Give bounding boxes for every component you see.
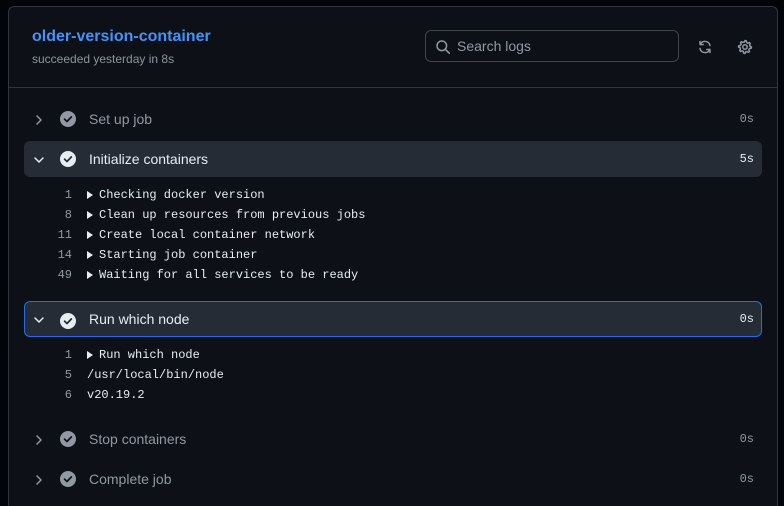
chevron-right-icon — [36, 475, 42, 485]
step-name: Set up job — [89, 111, 153, 127]
step-duration: 0s — [739, 312, 754, 326]
step-log: 1 Checking docker version 8 Clean up resour… — [24, 185, 762, 285]
log-line: 5/usr/local/bin/node — [24, 365, 762, 385]
line-number[interactable]: 1 — [24, 185, 72, 205]
step-toggle[interactable] — [33, 473, 45, 491]
log-line-text: Waiting for all services to be ready — [99, 268, 359, 282]
search-logs-input[interactable] — [457, 31, 667, 61]
sync-icon — [699, 40, 711, 54]
log-group[interactable]: Starting job container — [87, 245, 257, 265]
line-number[interactable]: 49 — [24, 265, 72, 285]
step-name: Complete job — [89, 471, 172, 487]
step-run-which-node[interactable]: Run which node 0s — [24, 301, 762, 337]
step-duration: 5s — [739, 152, 754, 166]
line-number[interactable]: 8 — [24, 205, 72, 225]
job-header: older-version-container succeeded yester… — [9, 7, 777, 88]
chevron-right-icon — [36, 435, 42, 445]
step-initialize-containers[interactable]: Initialize containers 5s — [24, 141, 762, 177]
log-line: 8 Clean up resources from previous jobs — [24, 205, 762, 225]
log-group[interactable]: Checking docker version — [87, 185, 265, 205]
line-number[interactable]: 11 — [24, 225, 72, 245]
step-status — [60, 471, 76, 492]
log-line: 6 v20.19.2 — [24, 385, 762, 405]
chevron-right-icon — [36, 115, 42, 125]
log-line-text: Clean up resources from previous jobs — [99, 208, 366, 222]
log-line-text: Starting job container — [99, 248, 258, 262]
log-text: /usr/local/bin/node — [87, 365, 224, 385]
log-text: v20.19.2 — [87, 385, 145, 405]
expand-triangle-icon — [87, 231, 93, 239]
step-status — [60, 431, 76, 452]
step-name: Run which node — [89, 311, 190, 327]
log-line: 1 Checking docker version — [24, 185, 762, 205]
expand-triangle-icon — [87, 271, 93, 279]
expand-triangle-icon — [87, 191, 93, 199]
log-line: 49 Waiting for all services to be ready — [24, 265, 762, 285]
step-toggle[interactable] — [33, 313, 45, 331]
log-line-text: Run which node — [99, 348, 200, 362]
check-circle-fill-icon — [60, 151, 76, 167]
log-group[interactable]: Create local container network — [87, 225, 315, 245]
expand-triangle-icon — [87, 351, 93, 359]
expand-triangle-icon — [87, 251, 93, 259]
step-duration: 0s — [739, 432, 754, 446]
check-circle-fill-icon — [60, 471, 76, 487]
log-group[interactable]: Clean up resources from previous jobs — [87, 205, 365, 225]
step-duration: 0s — [739, 472, 754, 486]
expand-triangle-icon — [87, 211, 93, 219]
step-status — [60, 151, 76, 172]
job-status-text: succeeded yesterday in 8s — [32, 52, 175, 66]
step-toggle[interactable] — [33, 113, 45, 131]
refresh-button[interactable] — [693, 35, 717, 59]
search-icon — [436, 40, 450, 54]
step-name: Initialize containers — [89, 151, 209, 167]
check-circle-fill-icon — [60, 313, 76, 329]
log-line: 14 Starting job container — [24, 245, 762, 265]
check-circle-fill-icon — [60, 431, 76, 447]
log-group[interactable]: Run which node — [87, 345, 200, 365]
line-number[interactable]: 14 — [24, 245, 72, 265]
job-log-panel: older-version-container succeeded yester… — [8, 6, 778, 506]
log-line-text: Checking docker version — [99, 188, 265, 202]
step-status — [60, 313, 76, 334]
step-complete-job[interactable]: Complete job 0s — [24, 461, 762, 497]
log-line: 11 Create local container network — [24, 225, 762, 245]
step-duration: 0s — [739, 112, 754, 126]
chevron-down-icon — [34, 317, 44, 323]
chevron-down-icon — [34, 157, 44, 163]
step-toggle[interactable] — [33, 153, 45, 171]
step-toggle[interactable] — [33, 433, 45, 451]
gear-icon — [737, 39, 753, 55]
log-line-text: Create local container network — [99, 228, 316, 242]
check-circle-fill-icon — [60, 111, 76, 127]
job-title[interactable]: older-version-container — [32, 28, 211, 46]
line-number[interactable]: 6 — [24, 385, 72, 405]
log-line: 1 Run which node — [24, 345, 762, 365]
log-line-text: v20.19.2 — [87, 388, 145, 402]
search-logs-field[interactable] — [425, 30, 679, 62]
step-name: Stop containers — [89, 431, 187, 447]
line-number[interactable]: 5 — [24, 365, 72, 385]
step-status — [60, 111, 76, 132]
log-group[interactable]: Waiting for all services to be ready — [87, 265, 358, 285]
settings-button[interactable] — [733, 35, 757, 59]
step-log: 1 Run which node 5/usr/local/bin/node 6 v20.… — [24, 345, 762, 405]
step-set-up-job[interactable]: Set up job 0s — [24, 101, 762, 137]
log-line-text: /usr/local/bin/node — [87, 368, 224, 382]
step-stop-containers[interactable]: Stop containers 0s — [24, 421, 762, 457]
line-number[interactable]: 1 — [24, 345, 72, 365]
